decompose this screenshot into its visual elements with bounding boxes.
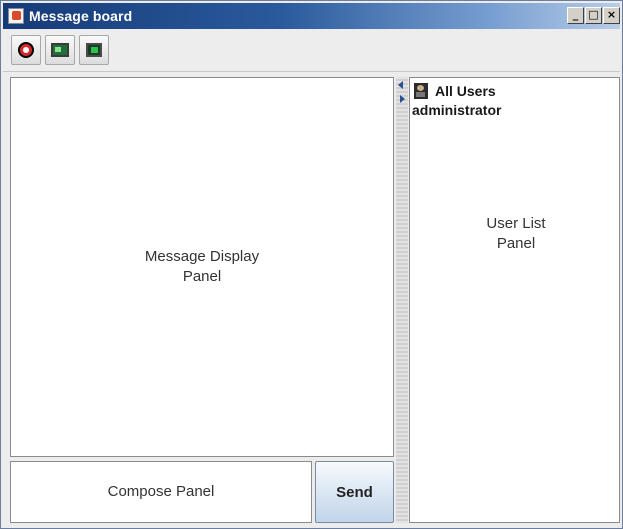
window-controls: _ □ × <box>567 7 620 24</box>
app-icon <box>8 8 24 24</box>
monitor-button[interactable] <box>45 35 75 65</box>
collapse-left-arrow-icon[interactable] <box>398 81 403 89</box>
main-content: Message Display Panel Compose Panel Send… <box>3 73 620 526</box>
logout-button[interactable] <box>11 35 41 65</box>
user-item[interactable]: administrator <box>412 102 501 118</box>
close-button[interactable]: × <box>603 7 620 24</box>
users-icon <box>414 83 428 99</box>
screen-icon <box>86 43 102 57</box>
title-bar[interactable]: Message board _ □ × <box>3 3 620 29</box>
left-pane: Message Display Panel Compose Panel Send <box>10 77 394 523</box>
collapse-right-arrow-icon[interactable] <box>400 95 405 103</box>
split-pane-divider[interactable] <box>396 77 408 523</box>
all-users-label: All Users <box>435 83 496 99</box>
compose-panel-label: Compose Panel <box>107 483 215 500</box>
send-button[interactable]: Send <box>315 461 394 523</box>
user-list-header[interactable]: All Users <box>414 83 496 99</box>
message-display-label: Message Display Panel <box>144 248 260 285</box>
toolbar <box>3 30 620 72</box>
user-list-panel[interactable]: All Users administrator User List Panel <box>409 77 620 523</box>
minimize-button[interactable]: _ <box>567 7 584 24</box>
message-board-window: Message board _ □ × Message Display Pane… <box>0 0 623 529</box>
monitor-icon <box>51 43 69 57</box>
user-list-label: User List Panel <box>486 215 546 252</box>
maximize-button[interactable]: □ <box>585 7 602 24</box>
message-display-panel[interactable]: Message Display Panel <box>10 77 394 457</box>
window-title: Message board <box>29 8 133 24</box>
logout-icon <box>18 42 34 58</box>
screen-button[interactable] <box>79 35 109 65</box>
compose-panel[interactable]: Compose Panel <box>10 461 312 523</box>
